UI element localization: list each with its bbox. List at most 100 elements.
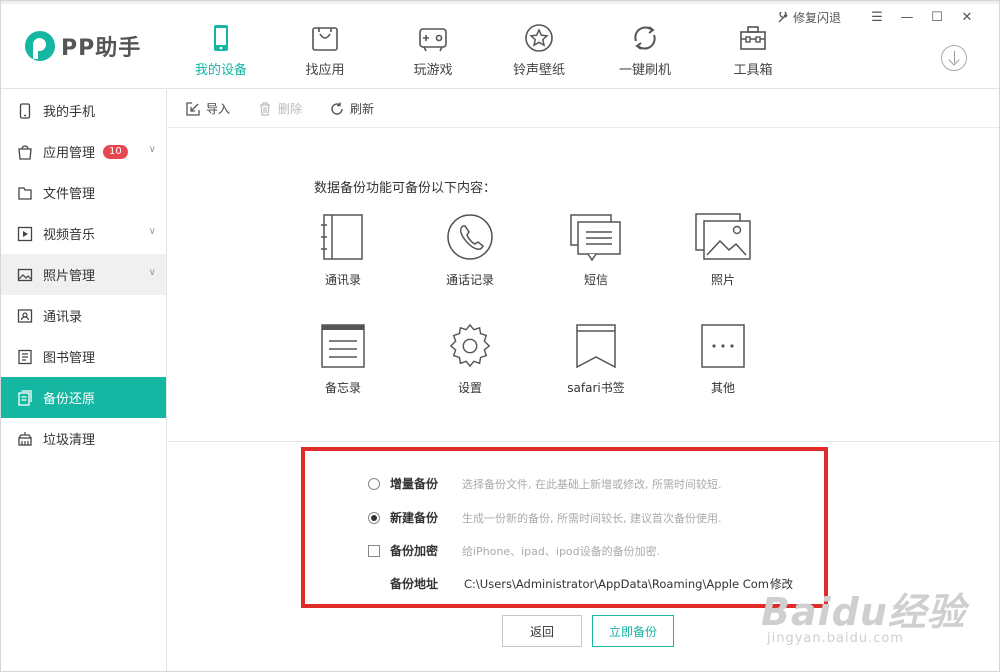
backup-item-label: 设置 [457, 381, 482, 395]
sidebar-item-label: 应用管理 [43, 146, 96, 161]
divider [168, 441, 999, 442]
toolbar: 导入 删除 刷新 [168, 90, 999, 128]
nav-ringtones[interactable]: 铃声壁纸 [489, 11, 589, 89]
backup-intro: 数据备份功能可备份以下内容： [314, 181, 497, 196]
repair-crash-button[interactable]: 修复闪退 [777, 9, 841, 26]
photo-icon [695, 213, 751, 260]
nav-label: 工具箱 [733, 63, 773, 78]
sidebar-item-my-phone[interactable]: 我的手机 [1, 90, 166, 131]
chevron-down-icon[interactable]: ∨ [149, 226, 156, 237]
bookmark-icon [576, 324, 616, 369]
video-icon [17, 226, 33, 241]
pp-logo-icon [25, 31, 55, 61]
download-icon[interactable] [941, 45, 967, 71]
refresh-icon [331, 102, 343, 115]
delete-label: 删除 [278, 102, 303, 116]
backup-item-call-log[interactable]: 通话记录 [425, 213, 515, 288]
sidebar-item-books[interactable]: 图书管理 [1, 336, 166, 377]
phone-icon [214, 25, 228, 51]
backup-item-safari-bookmarks[interactable]: safari书签 [551, 323, 641, 396]
back-button[interactable]: 返回 [502, 615, 582, 647]
memo-icon [321, 324, 365, 368]
call-log-icon [447, 214, 493, 260]
contact-icon [17, 308, 33, 323]
update-count-badge: 10 [103, 144, 128, 159]
image-icon [17, 268, 33, 281]
backup-item-memo[interactable]: 备忘录 [298, 323, 388, 396]
nav-label: 我的设备 [194, 63, 247, 78]
sidebar-item-label: 通讯录 [43, 310, 83, 325]
folder-icon [18, 186, 32, 200]
sidebar-item-label: 照片管理 [43, 269, 96, 284]
import-label: 导入 [206, 102, 231, 116]
sidebar-item-label: 备份还原 [43, 392, 96, 407]
app-window: PP助手 我的设备 找应用 玩游戏 铃声壁纸 一键刷机 工具箱 修复闪退 ☰ —… [0, 0, 1000, 672]
sidebar-item-app-manager[interactable]: 应用管理 10 ∨ [1, 131, 166, 172]
import-icon [186, 101, 200, 116]
backup-item-other[interactable]: 其他 [678, 323, 768, 396]
repair-label: 修复闪退 [792, 11, 841, 25]
close-icon[interactable]: ✕ [955, 10, 979, 25]
menu-icon[interactable]: ☰ [865, 10, 889, 25]
sidebar-item-video-music[interactable]: 视频音乐 ∨ [1, 213, 166, 254]
sidebar-item-photo-manager[interactable]: 照片管理 ∨ [1, 254, 166, 295]
shopping-bag-icon [312, 27, 338, 51]
backup-item-label: safari书签 [567, 381, 625, 395]
broom-icon [18, 431, 32, 446]
chevron-down-icon[interactable]: ∨ [149, 144, 156, 155]
nav-find-apps[interactable]: 找应用 [275, 11, 375, 89]
backup-item-label: 照片 [710, 273, 735, 287]
gamepad-icon [419, 28, 447, 52]
nav-games[interactable]: 玩游戏 [383, 11, 483, 89]
sidebar-item-backup-restore[interactable]: 备份还原 [1, 377, 166, 418]
book-icon [18, 349, 32, 364]
refresh-button[interactable]: 刷新 [330, 100, 374, 117]
backup-item-sms[interactable]: 短信 [551, 213, 641, 288]
sidebar-item-label: 视频音乐 [43, 228, 96, 243]
annotation-highlight-box [301, 447, 828, 608]
backup-item-label: 其他 [710, 381, 735, 395]
sidebar-item-label: 文件管理 [43, 187, 96, 202]
baidu-watermark: Baidu经验 jingyan.baidu.com [761, 561, 997, 671]
sidebar-item-contacts[interactable]: 通讯录 [1, 295, 166, 336]
nav-label: 玩游戏 [413, 63, 453, 78]
brand-name: PP助手 [61, 36, 142, 61]
backup-item-settings[interactable]: 设置 [425, 323, 515, 396]
watermark-text: Baidu经验 [761, 590, 966, 634]
logo: PP助手 [25, 29, 141, 63]
settings-icon [449, 323, 491, 368]
watermark-url: jingyan.baidu.com [767, 631, 904, 646]
nav-my-device[interactable]: 我的设备 [171, 11, 271, 89]
nav-label: 找应用 [305, 63, 345, 78]
backup-icon [18, 389, 32, 406]
trash-icon [260, 101, 271, 116]
import-button[interactable]: 导入 [186, 100, 230, 117]
window-controls: 修复闪退 ☰ — ☐ ✕ [777, 9, 979, 26]
chevron-down-icon[interactable]: ∨ [149, 267, 156, 278]
nav-label: 一键刷机 [618, 63, 671, 78]
backup-now-button[interactable]: 立即备份 [592, 615, 674, 647]
backup-item-label: 备忘录 [324, 381, 361, 395]
wrench-icon [778, 11, 788, 22]
delete-button[interactable]: 删除 [258, 100, 302, 117]
title-strip [1, 1, 999, 4]
sidebar-item-label: 图书管理 [43, 351, 96, 366]
sidebar: 我的手机 应用管理 10 ∨ 文件管理 视频音乐 ∨ 照片管理 ∨ 通讯录 图书… [1, 90, 167, 671]
maximize-icon[interactable]: ☐ [925, 10, 949, 25]
nav-label: 铃声壁纸 [512, 63, 565, 78]
backup-item-label: 短信 [583, 273, 608, 287]
backup-item-photos[interactable]: 照片 [678, 213, 768, 288]
contact-book-icon [321, 214, 363, 260]
sidebar-item-label: 我的手机 [43, 105, 96, 120]
minimize-icon[interactable]: — [895, 10, 919, 25]
nav-flash[interactable]: 一键刷机 [595, 11, 695, 89]
sms-icon [570, 214, 621, 261]
backup-item-contacts[interactable]: 通讯录 [298, 213, 388, 288]
star-icon [525, 24, 553, 52]
refresh-icon [634, 26, 656, 50]
sidebar-item-file-manager[interactable]: 文件管理 [1, 172, 166, 213]
phone-icon [19, 102, 31, 119]
sidebar-item-junk-clean[interactable]: 垃圾清理 [1, 418, 166, 459]
backup-item-label: 通话记录 [445, 273, 494, 287]
apps-icon [18, 144, 32, 160]
